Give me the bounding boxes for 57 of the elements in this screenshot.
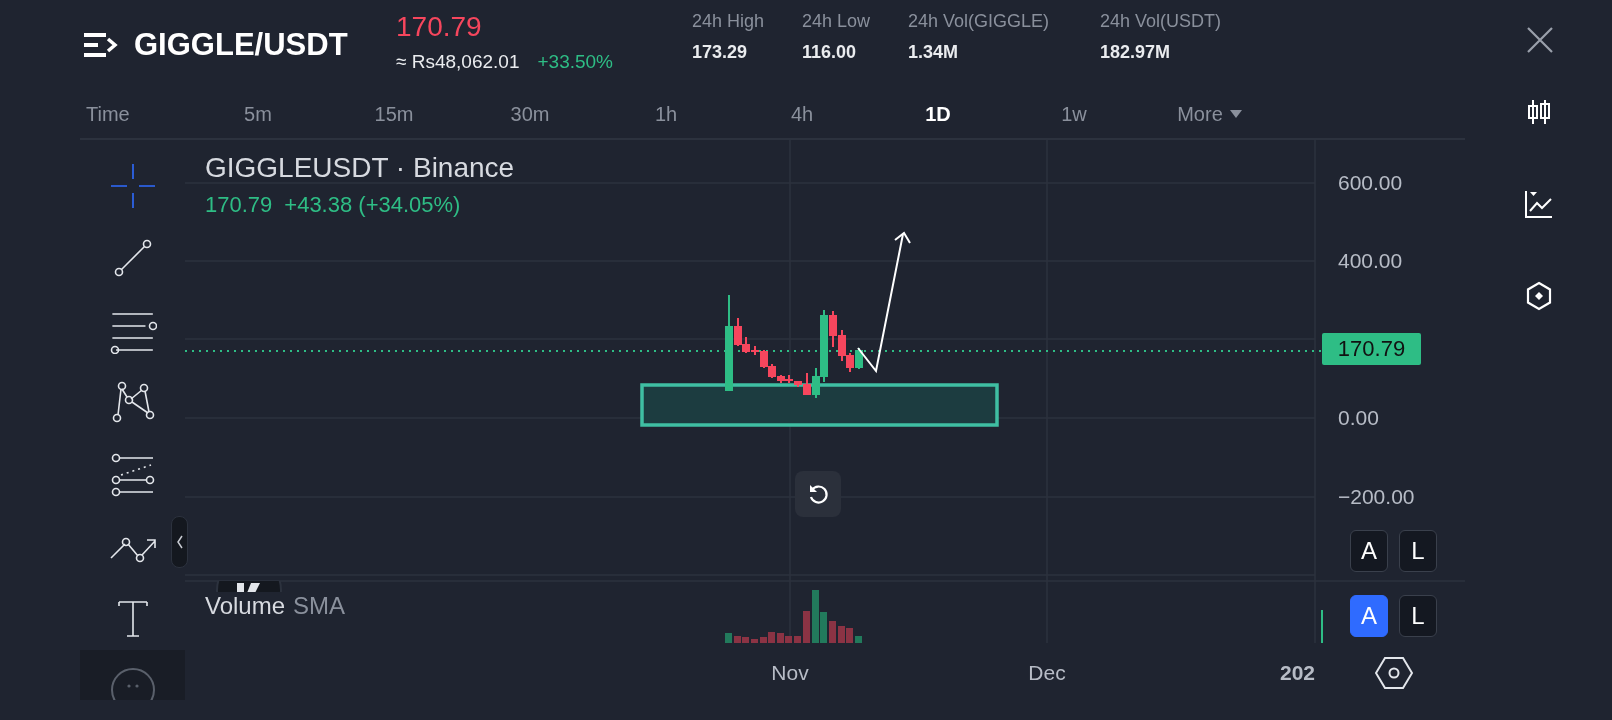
fiat-price: ≈ Rs48,062.01 [396, 51, 520, 73]
legend-change: +43.38 (+34.05%) [284, 192, 461, 218]
scale-mode-button[interactable]: L [1399, 530, 1437, 572]
volume-bar [751, 639, 758, 643]
candlestick-icon [1525, 98, 1552, 126]
more-icon [108, 666, 157, 700]
stat-value: 1.34M [908, 42, 960, 63]
date-axis-label: Nov [771, 661, 809, 685]
line-chart-icon [1523, 189, 1554, 219]
timeframe-tab[interactable]: 1D [919, 98, 957, 130]
volume-bar [829, 621, 836, 643]
volume-label: Volume [205, 592, 286, 620]
price-axis-label: 0.00 [1338, 406, 1379, 430]
stat-label: 24h High [692, 11, 766, 32]
volume-bar [794, 636, 801, 643]
stat-value: 116.00 [802, 42, 858, 63]
stat-label: 24h Vol(GIGGLE) [908, 11, 1051, 32]
close-icon [1526, 26, 1554, 54]
stat-label: 24h Vol(USDT) [1100, 11, 1223, 32]
legend-price: 170.79 [205, 192, 273, 218]
scale-mode-button[interactable]: A [1350, 530, 1388, 572]
chart-symbol: GIGGLEUSDT · Binance [205, 152, 515, 184]
timeframe-tab[interactable]: 30m [504, 98, 556, 130]
more-tools-button[interactable] [80, 650, 185, 700]
reset-button[interactable] [795, 471, 841, 517]
settings-icon [1375, 655, 1413, 691]
timeframe-tab[interactable]: Time [80, 98, 136, 130]
scale-mode-button[interactable]: A [1350, 595, 1388, 637]
menu-icon[interactable] [84, 31, 120, 59]
price-axis-label: 400.00 [1338, 249, 1403, 273]
volume-bar [855, 636, 862, 643]
price-axis-label: 600.00 [1338, 171, 1403, 195]
collapse-button[interactable] [171, 516, 188, 568]
timeframe-tab[interactable]: 1h [648, 98, 684, 130]
scale-mode-button[interactable]: L [1399, 595, 1437, 637]
stat-value: 173.29 [692, 42, 749, 63]
crosshair-icon [108, 162, 157, 210]
last-price: 170.79 [396, 11, 483, 43]
stat-value: 182.97M [1100, 42, 1172, 63]
volume-bar [803, 611, 810, 643]
date-axis-label: Dec [1028, 661, 1066, 685]
settings-button[interactable] [1375, 655, 1413, 691]
chevron-left-icon [175, 535, 184, 549]
price-change: +33.50% [537, 51, 613, 73]
indicator-label: SMA [293, 592, 346, 620]
date-axis-label: 202 [1279, 661, 1315, 685]
timeframe-tab[interactable]: 15m [368, 98, 420, 130]
price-axis-label: −200.00 [1338, 485, 1415, 509]
timeframe-tab[interactable]: More [1171, 98, 1249, 130]
volume-bar [725, 633, 732, 643]
pair-title: GIGGLE/USDT [134, 27, 348, 63]
hexagon-icon [1524, 281, 1553, 311]
timeframe-tab[interactable]: 1w [1055, 98, 1093, 130]
stat-label: 24h Low [802, 11, 872, 32]
timeframe-tab[interactable]: 5m [238, 98, 278, 130]
timeframe-tab[interactable]: 4h [784, 98, 820, 130]
price-tag: 170.79 [1322, 333, 1421, 365]
